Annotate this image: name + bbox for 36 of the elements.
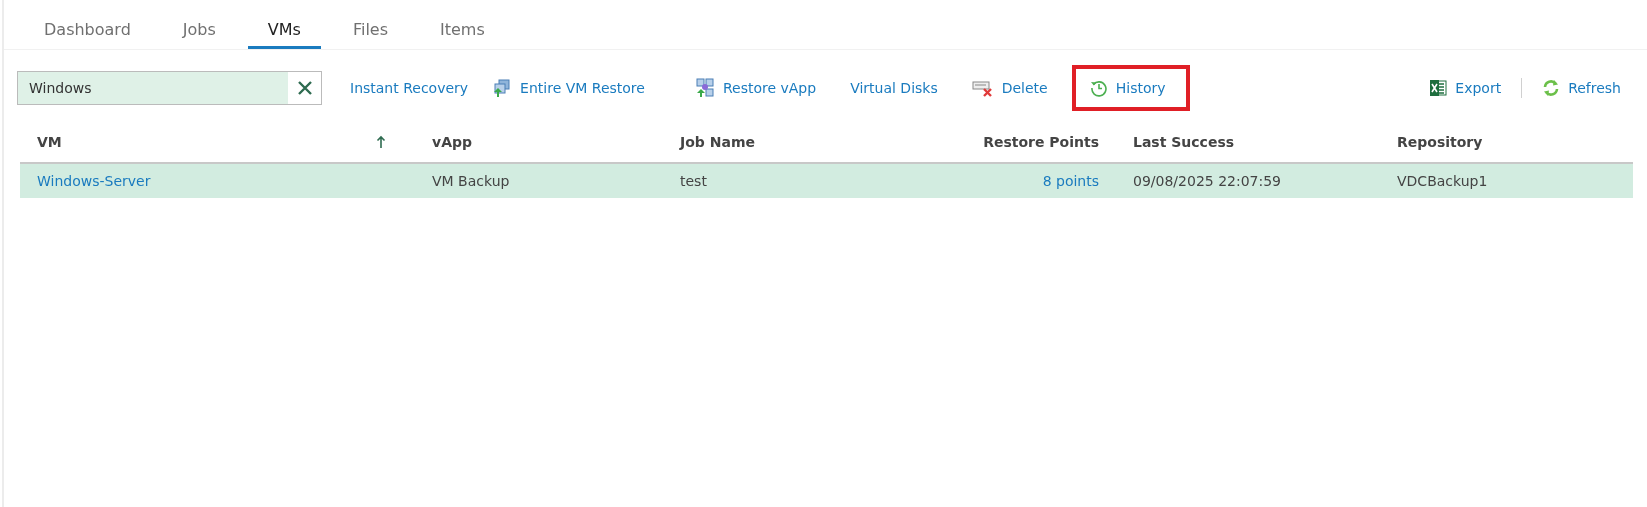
table-link[interactable]: Windows-Server — [37, 173, 151, 189]
toolbar-button[interactable]: Virtual Disks — [844, 75, 944, 100]
table-cell: VDCBackup1 — [1397, 173, 1488, 189]
search-value: Windows — [18, 71, 288, 104]
table-link[interactable]: 8 points — [1042, 173, 1099, 189]
restore-icon — [694, 77, 715, 98]
tab[interactable]: Dashboard — [24, 0, 151, 49]
table-row[interactable]: Windows-Server VM Backup test 8 points 09/08/2025 22:07:59 VDCBackup1 — [20, 164, 1633, 198]
sort-arrow-icon — [376, 135, 386, 149]
history-icon — [1089, 78, 1108, 97]
tab[interactable]: VMs — [247, 0, 321, 49]
tab[interactable]: Items — [420, 0, 505, 49]
table-cell: test — [680, 173, 707, 189]
tab[interactable]: Files — [332, 0, 408, 49]
toolbar-button[interactable]: Restore vApp — [688, 73, 823, 102]
delete-icon — [971, 78, 994, 97]
toolbar-button[interactable]: Instant Recovery — [344, 75, 475, 100]
column-header[interactable]: VM — [20, 122, 415, 162]
toolbar-button[interactable]: Delete — [965, 74, 1054, 101]
table-cell: 09/08/2025 22:07:59 — [1133, 173, 1282, 189]
column-header[interactable]: Last Success — [1116, 122, 1380, 162]
close-icon — [296, 79, 313, 96]
column-header[interactable]: Restore Points — [921, 122, 1116, 162]
restore-icon — [492, 77, 513, 98]
tab[interactable]: Jobs — [162, 0, 236, 49]
toolbar-button[interactable]: History — [1071, 64, 1190, 111]
toolbar-button[interactable]: Export — [1423, 74, 1508, 101]
search-field[interactable]: Windows — [17, 70, 322, 105]
toolbar-button[interactable]: Refresh — [1536, 74, 1627, 101]
column-header[interactable]: vApp — [415, 122, 663, 162]
column-header[interactable]: Repository — [1380, 122, 1633, 162]
refresh-icon — [1542, 78, 1561, 97]
spreadsheet-icon — [1429, 78, 1448, 97]
toolbar-button[interactable]: Entire VM Restore — [486, 73, 651, 102]
column-header[interactable]: Job Name — [663, 122, 921, 162]
table-cell: VM Backup — [432, 173, 510, 189]
